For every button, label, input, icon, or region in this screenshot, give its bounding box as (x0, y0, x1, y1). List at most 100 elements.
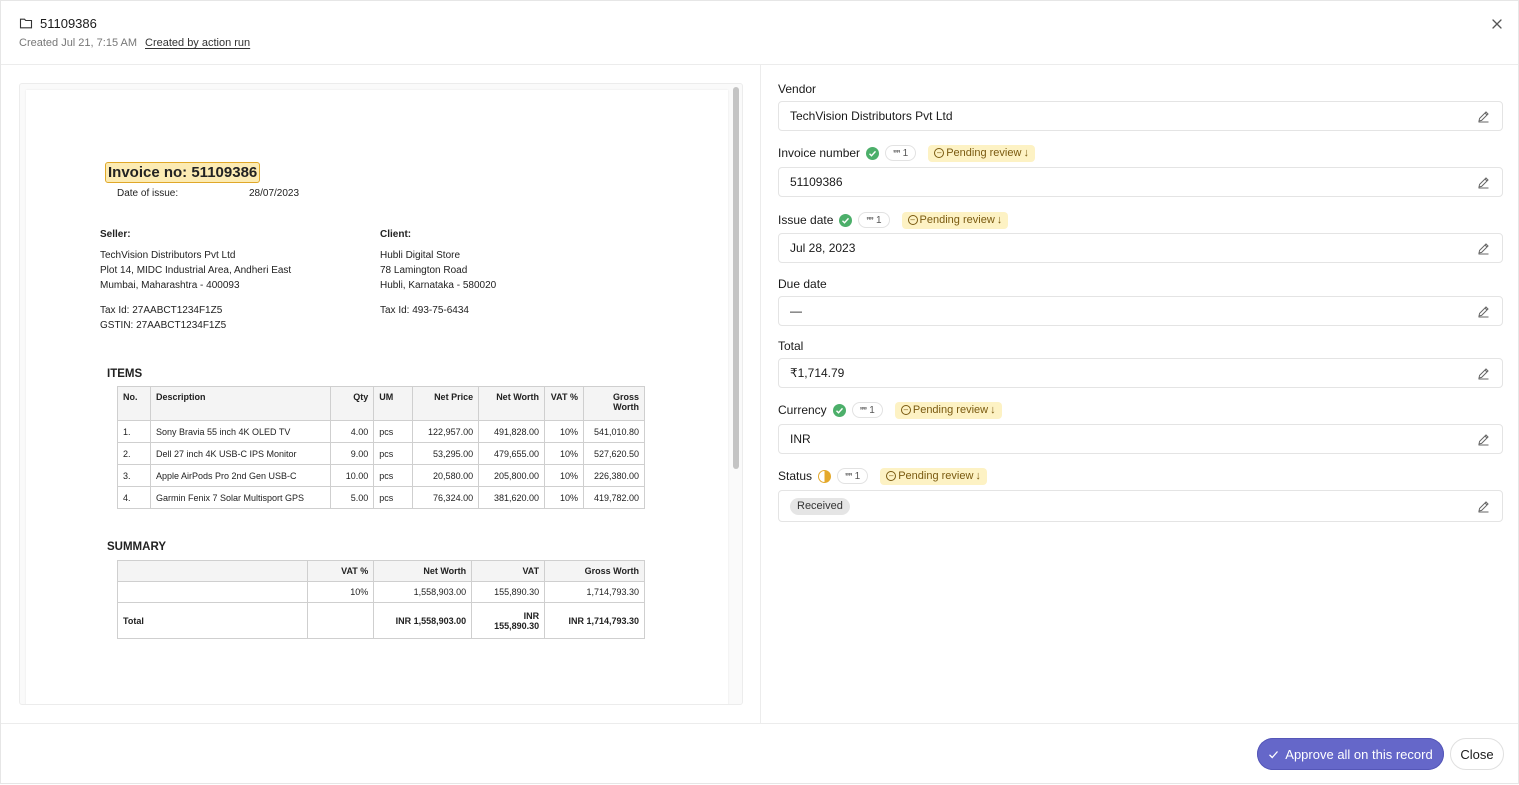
table-cell: INR 155,890.30 (471, 602, 546, 639)
summary-header-cell: Gross Worth (544, 560, 645, 582)
field-label-text: Vendor (778, 82, 817, 96)
vendor-value: TechVision Distributors Pvt Ltd (790, 109, 953, 123)
items-header-cell: Gross Worth (582, 386, 646, 421)
table-row: 4. Garmin Fenix 7 Solar Multisport GPS 5… (117, 486, 646, 509)
close-icon[interactable] (1489, 16, 1505, 32)
items-header-row: No. Description Qty UM Net Price Net Wor… (117, 386, 646, 421)
seller-line: Plot 14, MIDC Industrial Area, Andheri E… (100, 265, 292, 276)
summary-heading: SUMMARY (107, 541, 166, 553)
arrow-down-icon: ↓ (1023, 147, 1029, 159)
table-cell: 381,620.00 (478, 486, 546, 509)
table-cell: 10% (544, 442, 584, 465)
invoice-page: Invoice no: 51109386 Date of issue: 28/0… (26, 90, 728, 704)
table-cell: 10% (544, 420, 584, 443)
edit-icon[interactable] (1477, 176, 1490, 189)
due-date-label: Due date (778, 275, 827, 293)
citation-badge[interactable]: ❞❞ 1 (858, 212, 890, 228)
table-cell (307, 602, 375, 639)
issue-date-field[interactable]: Jul 28, 2023 (778, 233, 1503, 263)
date-of-issue-value: 28/07/2023 (249, 188, 300, 199)
seller-label: Seller: (100, 229, 131, 240)
fields-pane: Vendor TechVision Distributors Pvt Ltd I… (761, 65, 1519, 723)
table-cell: 5.00 (330, 486, 375, 509)
table-cell: 2. (117, 442, 151, 465)
citation-count: 1 (875, 214, 882, 226)
pending-review-text: Pending review (912, 404, 989, 416)
record-modal: 51109386 Created Jul 21, 7:15 AM Created… (0, 0, 1519, 784)
quote-icon: ❞❞ (845, 471, 853, 481)
folder-icon (19, 18, 33, 29)
total-field[interactable]: ₹1,714.79 (778, 358, 1503, 388)
currency-field[interactable]: INR (778, 424, 1503, 454)
table-cell: 541,010.80 (582, 420, 646, 443)
edit-icon[interactable] (1477, 110, 1490, 123)
record-title: 51109386 (40, 16, 97, 31)
seller-line: Mumbai, Maharashtra - 400093 (100, 280, 240, 291)
verified-check-icon (832, 403, 846, 417)
table-cell: Total (116, 602, 309, 639)
client-line: Hubli, Karnataka - 580020 (380, 280, 497, 291)
edit-icon[interactable] (1477, 433, 1490, 446)
client-line: 78 Lamington Road (380, 265, 468, 276)
pending-review-badge[interactable]: – Pending review ↓ (901, 211, 1009, 229)
summary-header-row: VAT % Net Worth VAT Gross Worth (116, 560, 645, 582)
citation-badge[interactable]: ❞❞ 1 (837, 468, 869, 484)
table-cell: pcs (373, 442, 414, 465)
table-cell: 1,558,903.00 (373, 581, 473, 603)
pending-review-badge[interactable]: – Pending review ↓ (894, 401, 1002, 419)
table-row: 1. Sony Bravia 55 inch 4K OLED TV 4.00 p… (117, 420, 646, 443)
modal-header: 51109386 Created Jul 21, 7:15 AM Created… (1, 1, 1518, 65)
total-value: ₹1,714.79 (790, 366, 845, 380)
created-timestamp: Created Jul 21, 7:15 AM (19, 37, 138, 49)
items-heading: ITEMS (107, 368, 143, 380)
table-cell: 205,800.00 (478, 464, 546, 487)
pending-review-badge[interactable]: – Pending review ↓ (880, 467, 987, 485)
table-cell: 4.00 (330, 420, 375, 443)
invoice-number-field[interactable]: 51109386 (778, 167, 1503, 197)
edit-icon[interactable] (1477, 242, 1490, 255)
date-of-issue-label: Date of issue: (117, 188, 179, 199)
status-label: Status ❞❞ 1 – Pending review ↓ (778, 467, 987, 485)
table-cell: Sony Bravia 55 inch 4K OLED TV (149, 420, 332, 443)
citation-badge[interactable]: ❞❞ 1 (885, 145, 917, 161)
table-cell: 527,620.50 (582, 442, 646, 465)
table-cell: pcs (373, 420, 414, 443)
table-cell (116, 581, 309, 603)
table-row: 10% 1,558,903.00 155,890.30 1,714,793.30 (116, 581, 645, 603)
created-by-link[interactable]: Created by action run (145, 37, 250, 49)
seller-line: TechVision Distributors Pvt Ltd (100, 250, 236, 261)
table-cell: Apple AirPods Pro 2nd Gen USB-C (149, 464, 332, 487)
status-field[interactable]: Received (778, 490, 1503, 522)
pending-review-badge[interactable]: – Pending review ↓ (928, 144, 1035, 162)
viewer-scrollbar[interactable] (733, 87, 739, 469)
edit-icon[interactable] (1477, 500, 1490, 513)
table-cell: INR 1,714,793.30 (544, 602, 645, 639)
due-date-value: — (790, 304, 802, 318)
summary-table: VAT % Net Worth VAT Gross Worth 10% 1,55… (116, 560, 645, 639)
verified-check-icon (839, 213, 853, 227)
vendor-field[interactable]: TechVision Distributors Pvt Ltd (778, 101, 1503, 131)
citation-badge[interactable]: ❞❞ 1 (851, 402, 883, 418)
pending-review-text: Pending review (946, 147, 1022, 159)
table-cell: 122,957.00 (412, 420, 480, 443)
document-viewer[interactable]: Invoice no: 51109386 Date of issue: 28/0… (19, 83, 743, 705)
table-cell: 20,580.00 (412, 464, 480, 487)
edit-icon[interactable] (1477, 367, 1490, 380)
field-label-text: Status (778, 469, 813, 483)
field-label-text: Total (778, 339, 804, 353)
close-button[interactable]: Close (1450, 738, 1504, 770)
quote-icon: ❞❞ (893, 148, 901, 158)
table-cell: 491,828.00 (478, 420, 546, 443)
edit-icon[interactable] (1477, 305, 1490, 318)
table-row: 3. Apple AirPods Pro 2nd Gen USB-C 10.00… (117, 464, 646, 487)
issue-date-value: Jul 28, 2023 (790, 241, 856, 255)
approve-all-button[interactable]: Approve all on this record (1257, 738, 1444, 770)
status-chip[interactable]: Received (790, 498, 850, 515)
due-date-field[interactable]: — (778, 296, 1503, 326)
partial-confidence-icon (818, 469, 832, 483)
items-table: No. Description Qty UM Net Price Net Wor… (117, 386, 646, 509)
table-cell: 1,714,793.30 (544, 581, 645, 603)
field-label-text: Issue date (778, 213, 834, 227)
invoice-title-highlight[interactable]: Invoice no: 51109386 (105, 162, 261, 183)
summary-header-cell: VAT % (307, 560, 375, 582)
